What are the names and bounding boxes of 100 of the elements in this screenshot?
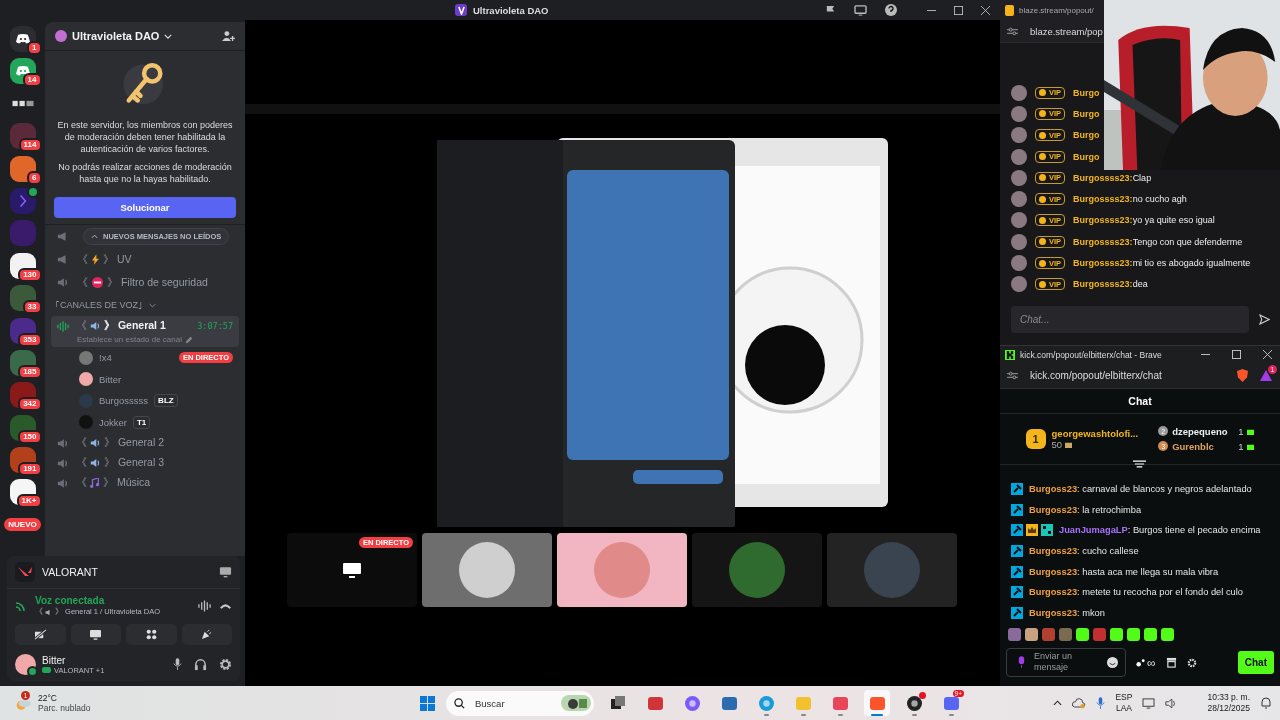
server-icon[interactable] xyxy=(9,317,36,344)
emote-icon[interactable] xyxy=(1144,628,1157,642)
activities-icon xyxy=(145,629,157,640)
search-field[interactable]: Buscar xyxy=(473,696,547,710)
member-name: !x4 xyxy=(99,352,112,364)
channel-item[interactable]: 《 》 Filtro de seguridad xyxy=(51,271,239,294)
weather-description: Parc. nublado xyxy=(38,703,91,713)
volume-icon[interactable] xyxy=(1165,697,1178,709)
chat-input[interactable]: Chat... xyxy=(1011,305,1249,333)
shield-icon[interactable] xyxy=(1237,369,1248,382)
channel-name: 》 Filtro de seguridad xyxy=(107,275,208,290)
screen-share-icon[interactable] xyxy=(219,566,232,578)
gamepad-icon xyxy=(42,667,51,673)
headphones-icon[interactable] xyxy=(194,658,207,671)
call-timer: 3:07:57 xyxy=(197,321,233,331)
server-icon[interactable] xyxy=(9,155,36,182)
microphone-icon[interactable] xyxy=(173,658,182,671)
participant-tile[interactable] xyxy=(557,533,687,607)
hang-up-icon[interactable] xyxy=(219,602,232,610)
voice-member[interactable]: Jokker T1 xyxy=(51,411,239,433)
fix-button[interactable]: Solucionar xyxy=(54,197,236,218)
settings-icon[interactable] xyxy=(1186,657,1197,668)
send-icon[interactable] xyxy=(1259,313,1270,325)
chat-message: Burgo xyxy=(1073,151,1100,162)
avatar xyxy=(1011,276,1027,293)
gift-icon xyxy=(1065,440,1073,448)
start-icon[interactable] xyxy=(420,695,435,711)
close-icon[interactable] xyxy=(1263,350,1272,359)
gift-count: 50 xyxy=(1051,438,1063,450)
clan-tag: T1 xyxy=(133,415,151,429)
avatar xyxy=(1011,191,1027,208)
category-header[interactable]: ｢CANALES DE VOZ｣ xyxy=(55,300,144,310)
voice-channel[interactable]: 《 》 General 2 xyxy=(51,433,239,453)
channel-points[interactable]: ∞ xyxy=(1136,655,1156,670)
voice-channel[interactable]: 《 》 Música xyxy=(51,473,239,493)
maximize-icon[interactable] xyxy=(1232,350,1241,359)
camera-off-button[interactable] xyxy=(15,624,66,645)
caret-icon xyxy=(91,234,98,239)
microphone-icon[interactable] xyxy=(1096,696,1106,710)
voice-channel[interactable]: 《 》 General 3 xyxy=(51,453,239,473)
pencil-icon[interactable] xyxy=(184,335,193,344)
search-box[interactable]: Buscar xyxy=(446,690,594,716)
help-icon[interactable] xyxy=(885,4,897,16)
voice-member[interactable]: Bitter xyxy=(51,368,239,390)
notifications-icon[interactable] xyxy=(1260,697,1272,709)
emote-icon[interactable] xyxy=(1127,628,1140,642)
channel-item[interactable]: 《 》 UV xyxy=(51,248,239,271)
send-button[interactable]: Chat xyxy=(1237,651,1274,675)
settings-icon[interactable] xyxy=(219,658,232,671)
screen-icon[interactable] xyxy=(854,4,867,16)
server-name[interactable]: Ultravioleta DAO xyxy=(72,30,160,42)
voice-member[interactable]: Burgosssss BLZ xyxy=(51,390,239,412)
site-settings-icon[interactable] xyxy=(1007,26,1018,36)
activities-button[interactable] xyxy=(126,624,177,645)
clock[interactable]: 10:33 p. m. 28/12/2025 xyxy=(1207,692,1250,714)
user-avatar[interactable] xyxy=(15,654,36,675)
unread-badge: 342 xyxy=(18,397,42,412)
emoji-icon[interactable] xyxy=(1107,657,1118,669)
server-icon[interactable] xyxy=(9,26,36,52)
emote-icon[interactable] xyxy=(1076,628,1089,642)
address-bar[interactable]: blaze.stream/pop xyxy=(1030,25,1103,37)
chevron-up-icon[interactable] xyxy=(1053,700,1063,706)
app-icon xyxy=(684,695,700,711)
network-icon[interactable] xyxy=(1142,697,1156,709)
channel-name: 》 Música xyxy=(103,476,151,490)
subscriber-badge-icon xyxy=(1041,524,1053,537)
chat-message: Burgossss23:dea xyxy=(1073,279,1148,290)
language-indicator[interactable]: ESP LAA xyxy=(1115,692,1133,714)
participant-tile[interactable] xyxy=(692,533,822,607)
message-box[interactable]: Enviar un mensaje xyxy=(1006,648,1126,678)
chat-message: Burgossss23:Tengo con que defenderme xyxy=(1073,236,1243,247)
store-icon[interactable] xyxy=(1165,657,1177,669)
address-bar[interactable]: kick.com/popout/elbitterx/chat xyxy=(1030,370,1162,381)
message-input[interactable]: Enviar un mensaje xyxy=(1034,650,1099,675)
sound-wave-icon[interactable] xyxy=(198,600,211,612)
soundboard-button[interactable] xyxy=(181,624,232,645)
screen-share-button[interactable] xyxy=(70,624,121,645)
emote-icon[interactable] xyxy=(1025,628,1038,642)
rewards-icon[interactable] xyxy=(1260,370,1272,381)
avatar xyxy=(1011,127,1027,144)
activity-name: VALORANT xyxy=(42,566,98,578)
add-member-icon[interactable] xyxy=(222,30,235,42)
emote-icon[interactable] xyxy=(1161,628,1174,642)
clan-tag: BLZ xyxy=(154,394,178,408)
channel-name: 》 General 1 xyxy=(104,319,166,333)
moderator-badge-icon xyxy=(1011,524,1023,537)
participant-tile[interactable] xyxy=(827,533,957,607)
emote-icon[interactable] xyxy=(1110,628,1123,642)
site-settings-icon[interactable] xyxy=(1007,371,1018,380)
close-icon[interactable] xyxy=(981,5,990,15)
channel-name: 《 xyxy=(77,275,88,290)
notice-text: En este servidor, los miembros con poderes de moderación deben tener habilitada la autenticación de varios factores. xyxy=(56,119,234,155)
participant-tile[interactable] xyxy=(422,533,552,607)
collapse-icon[interactable] xyxy=(1133,459,1146,468)
member-name: Burgosssss xyxy=(99,395,149,407)
maximize-icon[interactable] xyxy=(954,5,963,15)
chat-message: Burgo xyxy=(1073,130,1100,141)
cloud-icon[interactable] xyxy=(1072,697,1087,709)
running-indicator xyxy=(948,714,954,716)
no-entry-icon xyxy=(92,277,103,288)
